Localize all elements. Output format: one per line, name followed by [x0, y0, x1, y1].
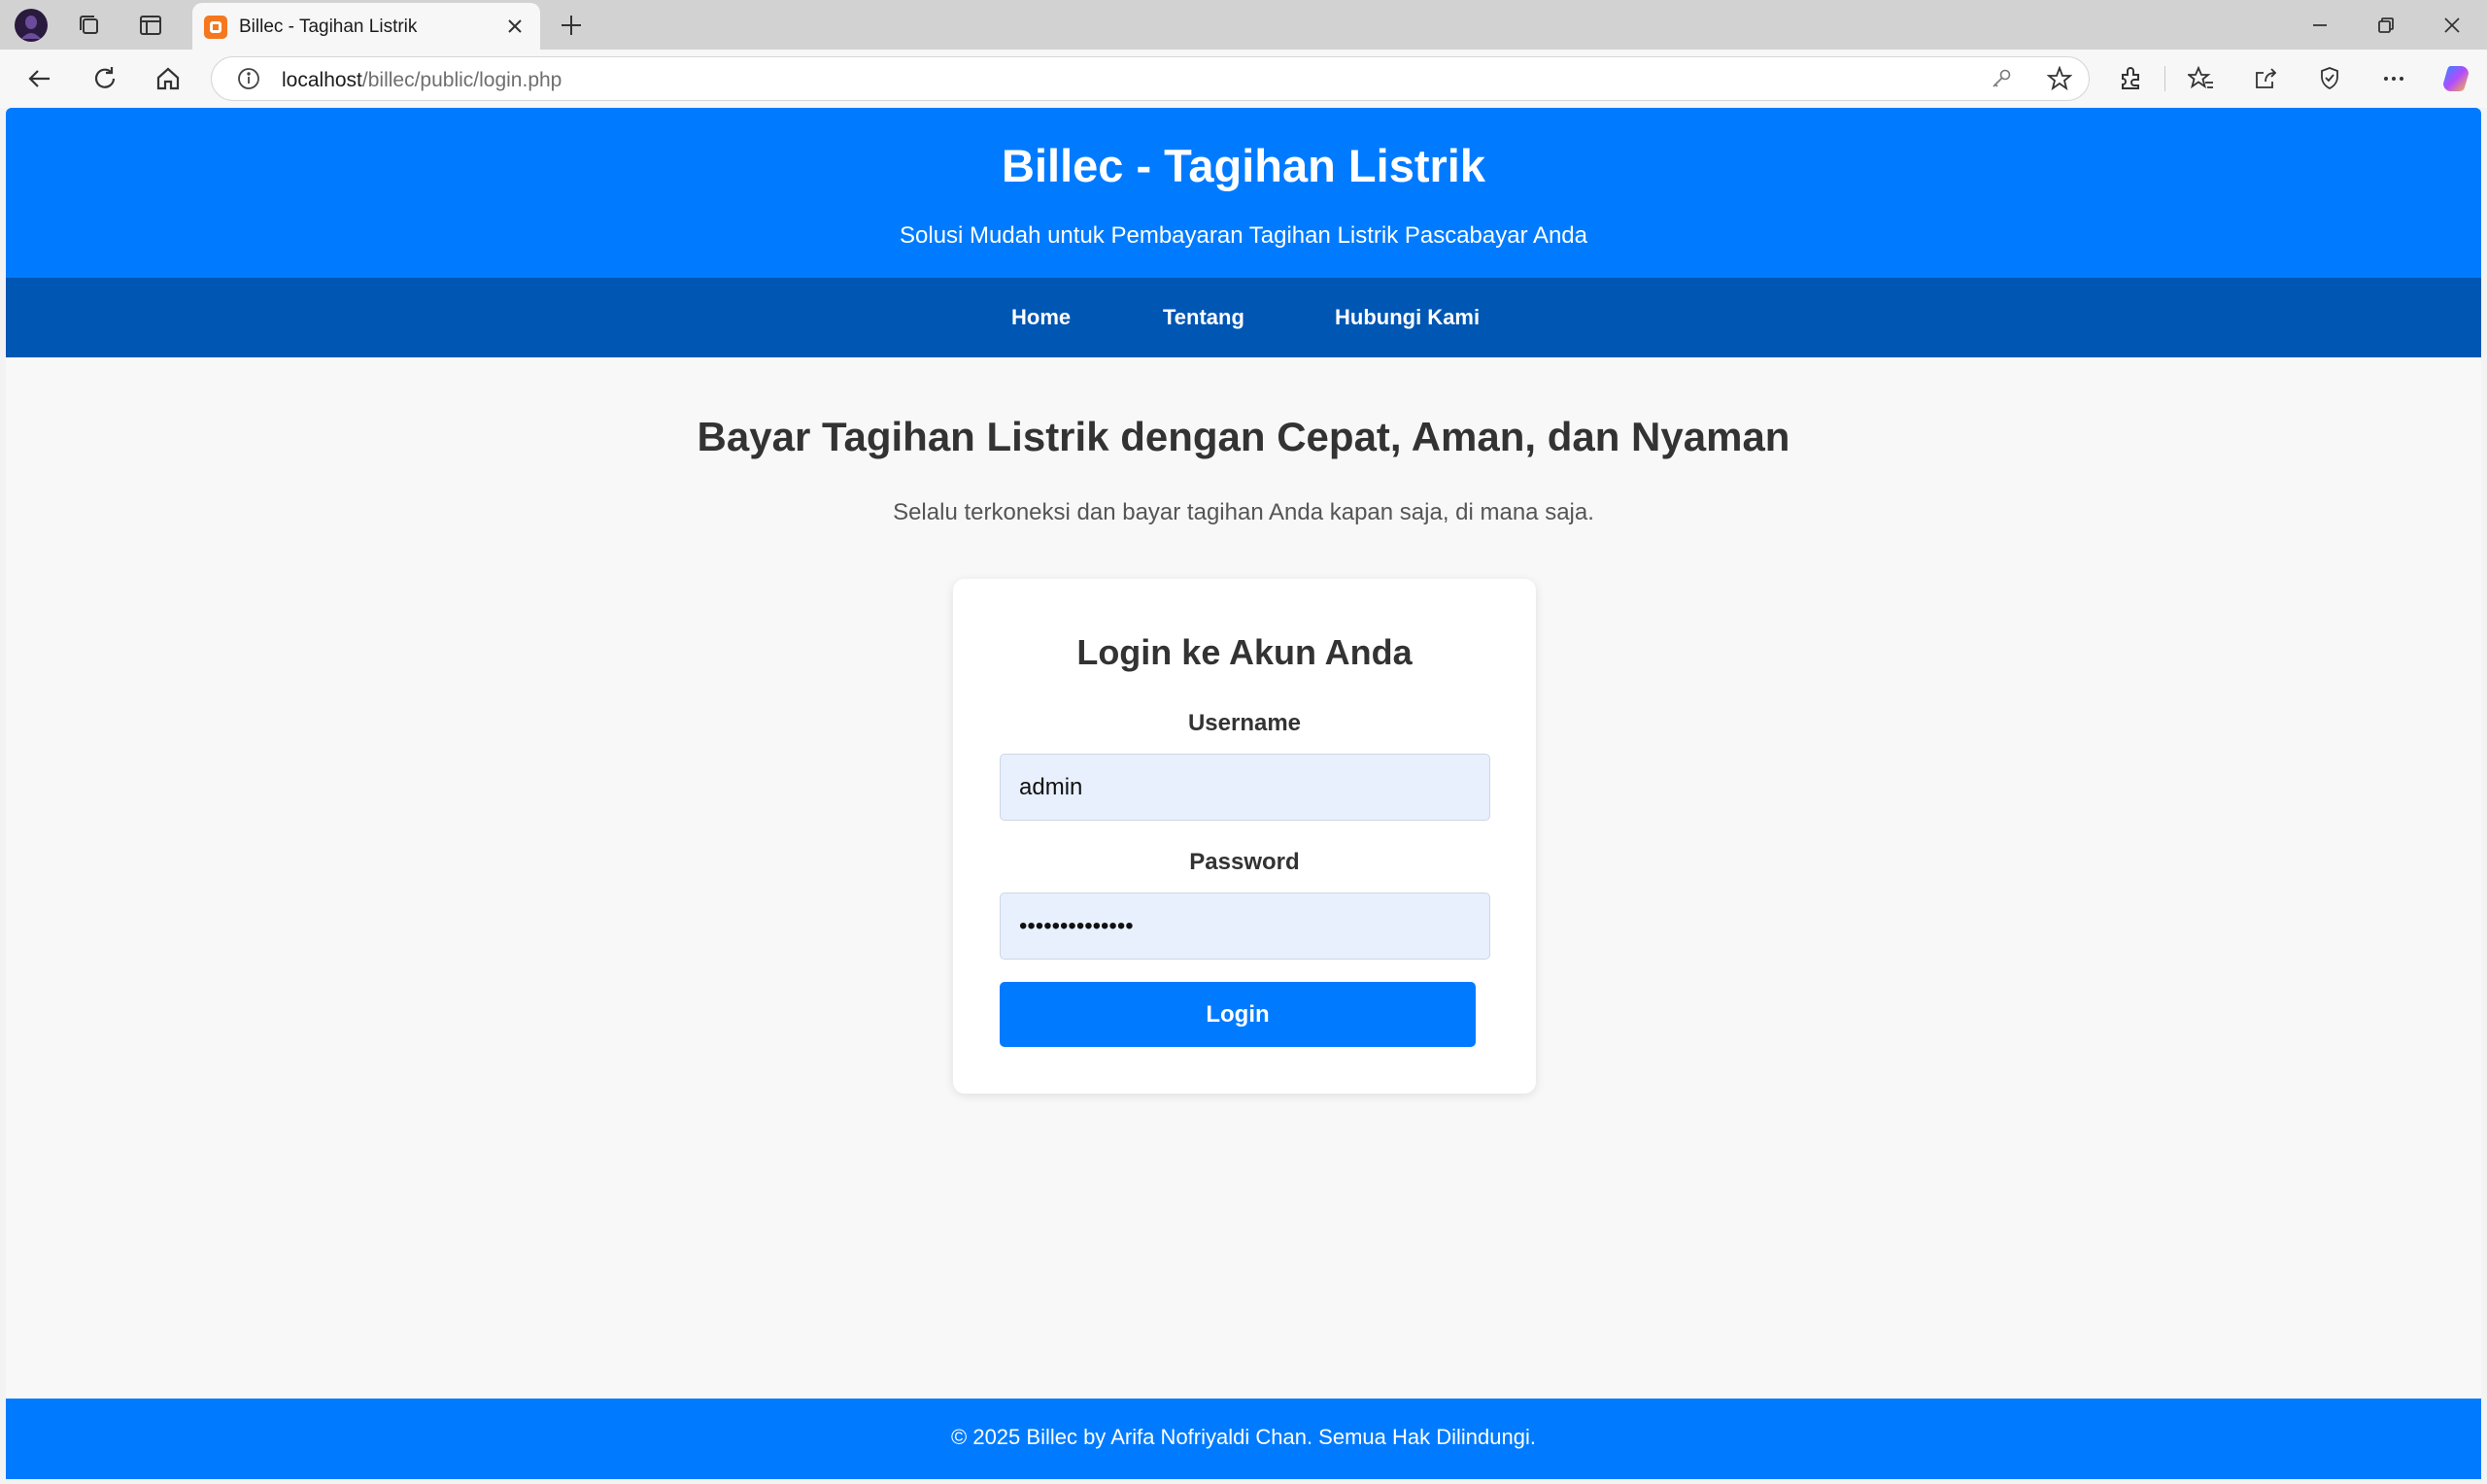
site-nav: Home Tentang Hubungi Kami	[6, 278, 2481, 357]
tab-title: Billec - Tagihan Listrik	[239, 17, 418, 37]
share-icon[interactable]	[2244, 57, 2287, 100]
xampp-favicon-icon	[204, 16, 227, 39]
nav-home[interactable]: Home	[1011, 305, 1071, 330]
profile-icon[interactable]	[10, 4, 52, 47]
login-title: Login ke Akun Anda	[1076, 632, 1413, 672]
nav-tentang[interactable]: Tentang	[1163, 305, 1244, 330]
site-title: Billec - Tagihan Listrik	[1002, 140, 1485, 191]
home-icon[interactable]	[147, 57, 189, 100]
key-icon[interactable]	[1980, 57, 2023, 100]
workspaces-icon[interactable]	[68, 4, 111, 47]
more-icon[interactable]	[2372, 57, 2415, 100]
site-header: Billec - Tagihan Listrik Solusi Mudah un…	[6, 108, 2481, 278]
site-info-icon[interactable]	[227, 57, 270, 100]
password-label: Password	[1189, 849, 1300, 875]
tab-actions-icon[interactable]	[129, 4, 172, 47]
refresh-icon[interactable]	[84, 57, 126, 100]
active-tab[interactable]: Billec - Tagihan Listrik	[192, 3, 540, 50]
extensions-icon[interactable]	[2109, 57, 2152, 100]
close-icon[interactable]	[2419, 0, 2485, 50]
footer-text: © 2025 Billec by Arifa Nofriyaldi Chan. …	[951, 1425, 1536, 1449]
nav-hubungi-kami[interactable]: Hubungi Kami	[1335, 305, 1480, 330]
url-text[interactable]: localhost/billec/public/login.php	[282, 69, 562, 92]
web-page: Billec - Tagihan Listrik Solusi Mudah un…	[6, 108, 2481, 1479]
restore-icon[interactable]	[2353, 0, 2419, 50]
login-button[interactable]: Login	[1000, 982, 1476, 1047]
address-bar[interactable]: localhost/billec/public/login.php	[211, 56, 2090, 101]
new-tab-icon[interactable]	[550, 4, 593, 47]
tab-close-icon[interactable]	[497, 9, 532, 44]
login-card: Login ke Akun Anda Username Password Log…	[953, 579, 1536, 1094]
password-input[interactable]	[1000, 893, 1490, 960]
url-path: /billec/public/login.php	[361, 69, 562, 91]
username-label: Username	[1187, 710, 1302, 736]
favorites-icon[interactable]	[2180, 57, 2223, 100]
hero-title: Bayar Tagihan Listrik dengan Cepat, Aman…	[697, 414, 1790, 459]
back-icon[interactable]	[18, 57, 61, 100]
site-subtitle: Solusi Mudah untuk Pembayaran Tagihan Li…	[900, 222, 1587, 249]
browser-essentials-icon[interactable]	[2308, 57, 2351, 100]
url-host: localhost	[282, 69, 362, 91]
favorite-star-icon[interactable]	[2038, 57, 2081, 100]
toolbar-divider	[2164, 66, 2165, 91]
minimize-icon[interactable]	[2287, 0, 2353, 50]
hero-subtitle: Selalu terkoneksi dan bayar tagihan Anda…	[893, 499, 1594, 525]
username-input[interactable]	[1000, 754, 1490, 821]
site-footer: © 2025 Billec by Arifa Nofriyaldi Chan. …	[6, 1399, 2481, 1479]
tab-strip: Billec - Tagihan Listrik	[0, 0, 2487, 50]
copilot-icon[interactable]	[2435, 57, 2477, 100]
